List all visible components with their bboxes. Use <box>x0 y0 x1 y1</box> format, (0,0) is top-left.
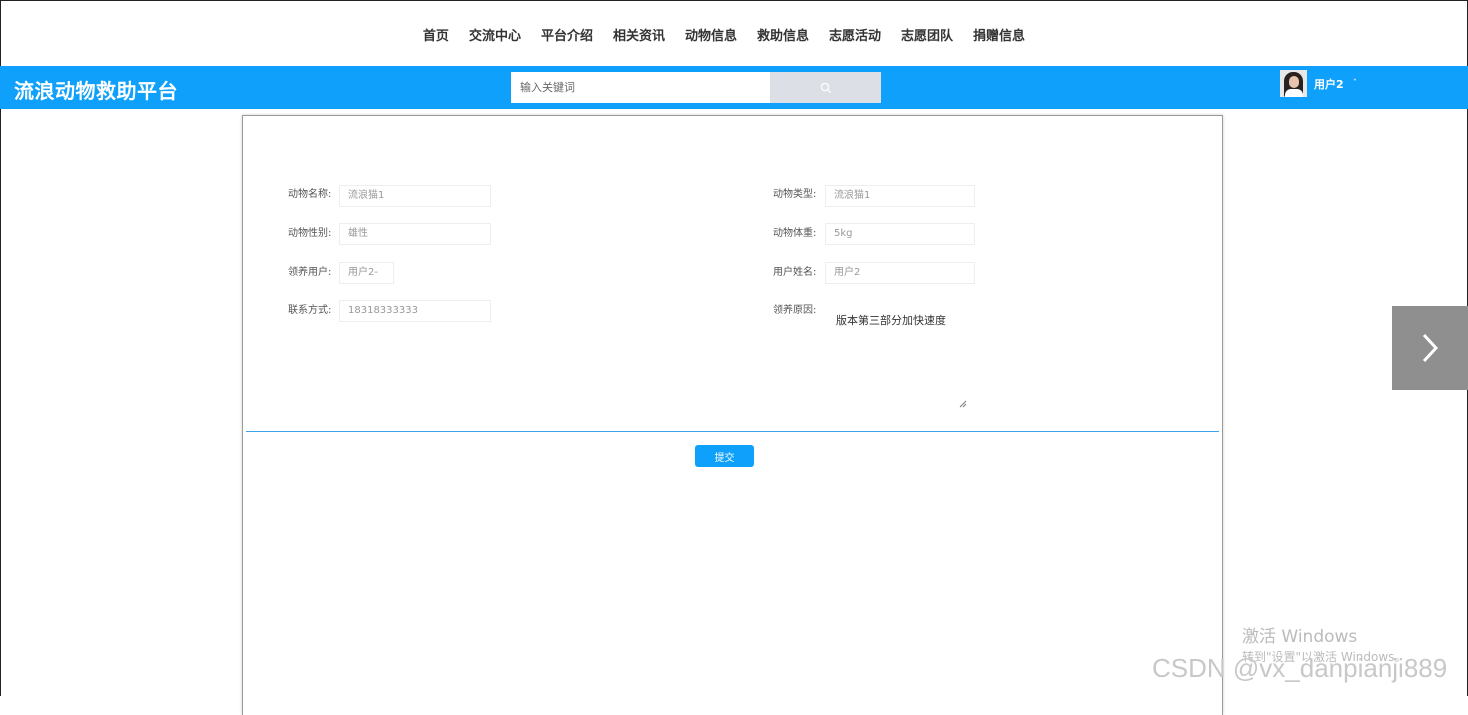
contact-field[interactable]: 18318333333 <box>339 300 491 322</box>
avatar <box>1280 70 1307 97</box>
search-input[interactable] <box>511 72 770 103</box>
nav-item-donation[interactable]: 捐赠信息 <box>973 25 1025 44</box>
search-box <box>511 72 881 103</box>
adopt-user-field[interactable]: 用户2- <box>339 262 394 284</box>
nav-item-volunteer-activity[interactable]: 志愿活动 <box>829 25 881 44</box>
user-menu[interactable]: 用户2 ˇ <box>1280 70 1357 97</box>
animal-type-field[interactable]: 流浪猫1 <box>825 185 975 207</box>
adopt-reason-label: 领养原因: <box>773 305 817 316</box>
contact-label: 联系方式: <box>288 305 332 316</box>
user-fullname-label: 用户姓名: <box>773 267 817 278</box>
animal-gender-field[interactable]: 雄性 <box>339 223 491 245</box>
search-button[interactable] <box>770 72 881 103</box>
user-name: 用户2 <box>1314 77 1344 91</box>
nav-item-animals[interactable]: 动物信息 <box>685 25 737 44</box>
header-bar: 流浪动物救助平台 用户2 ˇ <box>0 66 1468 109</box>
nav-item-home[interactable]: 首页 <box>423 25 449 44</box>
carousel-next-button[interactable] <box>1392 306 1468 390</box>
form-divider <box>246 431 1219 432</box>
animal-weight-field[interactable]: 5kg <box>825 223 975 245</box>
chevron-down-icon: ˇ <box>1352 78 1358 89</box>
resize-handle-icon[interactable] <box>959 400 967 408</box>
csdn-watermark: CSDN @vx_danpianji889 <box>1152 653 1448 683</box>
chevron-right-icon <box>1422 333 1439 363</box>
windows-watermark-title: 激活 Windows <box>1242 627 1358 647</box>
top-nav: 首页 交流中心 平台介绍 相关资讯 动物信息 救助信息 志愿活动 志愿团队 捐赠… <box>0 0 1468 66</box>
animal-name-field[interactable]: 流浪猫1 <box>339 185 491 207</box>
submit-button[interactable]: 提交 <box>695 445 754 467</box>
search-icon <box>820 82 831 93</box>
animal-weight-label: 动物体重: <box>773 228 817 239</box>
user-fullname-field[interactable]: 用户2 <box>825 262 975 284</box>
nav-item-rescue[interactable]: 救助信息 <box>757 25 809 44</box>
site-title: 流浪动物救助平台 <box>14 79 178 103</box>
adopt-user-label: 领养用户: <box>288 267 332 278</box>
animal-type-label: 动物类型: <box>773 189 817 200</box>
animal-gender-label: 动物性别: <box>288 228 332 239</box>
animal-name-label: 动物名称: <box>288 189 332 200</box>
nav-list: 首页 交流中心 平台介绍 相关资讯 动物信息 救助信息 志愿活动 志愿团队 捐赠… <box>413 24 1035 44</box>
nav-item-volunteer-team[interactable]: 志愿团队 <box>901 25 953 44</box>
adopt-reason-textarea[interactable]: 版本第三部分加快速度 <box>836 312 946 328</box>
adoption-form-card: 动物名称: 流浪猫1 动物性别: 雄性 领养用户: 用户2- 联系方式: 183… <box>242 115 1223 715</box>
nav-item-forum[interactable]: 交流中心 <box>469 25 521 44</box>
nav-item-about[interactable]: 平台介绍 <box>541 25 593 44</box>
nav-item-news[interactable]: 相关资讯 <box>613 25 665 44</box>
